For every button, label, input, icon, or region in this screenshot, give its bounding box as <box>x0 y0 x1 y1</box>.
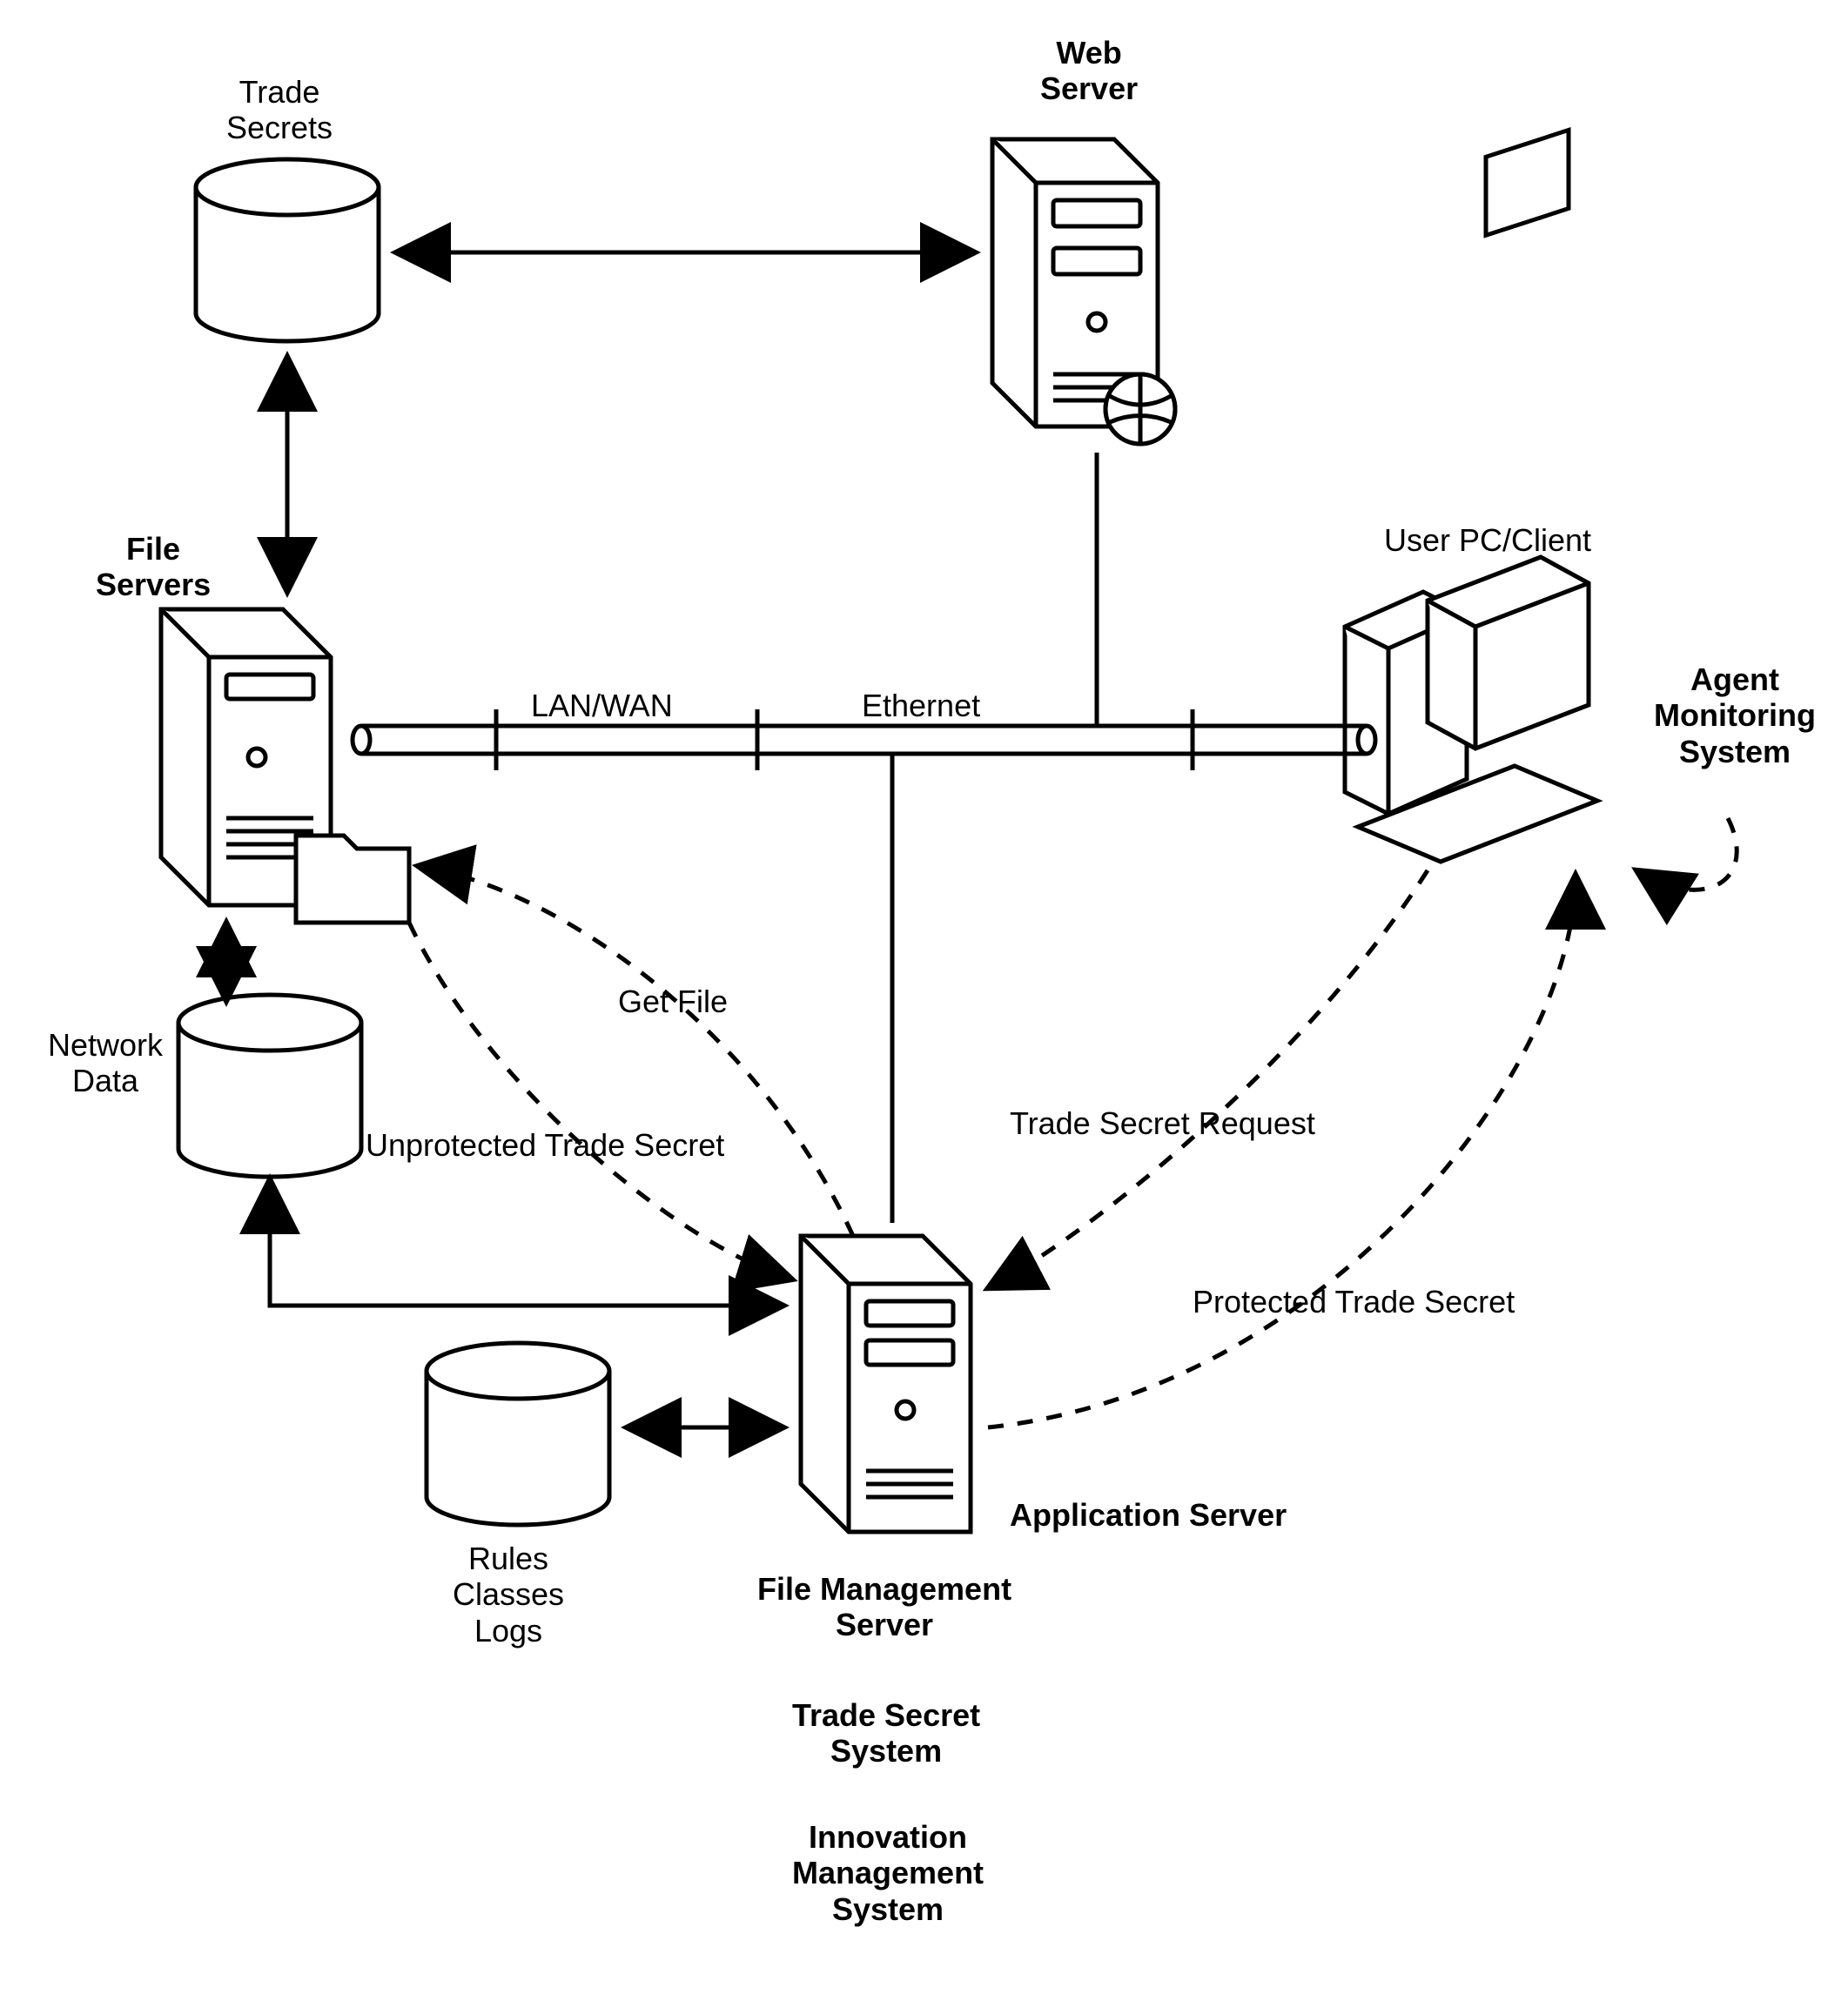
file-servers-label: File Servers <box>96 531 211 603</box>
lan-wan-label: LAN/WAN <box>531 688 673 723</box>
file-mgmt-server-label: File Management Server <box>757 1571 1011 1643</box>
network-data-label: Network Data <box>48 1027 163 1099</box>
trade-secret-system-label: Trade Secret System <box>792 1697 980 1769</box>
application-server-icon <box>801 1236 971 1532</box>
user-pc-client-label: User PC/Client <box>1384 522 1591 558</box>
unprotected-label: Unprotected Trade Secret <box>366 1127 724 1163</box>
get-file-label: Get File <box>618 984 728 1019</box>
user-pc-icon <box>1345 130 1597 862</box>
rules-classes-logs-label: Rules Classes Logs <box>453 1541 564 1648</box>
network-data-db-icon <box>178 995 361 1177</box>
web-server-label: Web Server <box>1040 35 1138 107</box>
trade-secrets-label: Trade Secrets <box>226 74 333 146</box>
trade-secrets-db-icon <box>196 159 379 341</box>
rules-db-icon <box>427 1343 609 1525</box>
application-server-label: Application Server <box>1010 1497 1287 1533</box>
trade-secret-request-label: Trade Secret Request <box>1010 1105 1315 1141</box>
innovation-mgmt-label: Innovation Management System <box>792 1819 984 1927</box>
network-architecture-diagram: { "labels": { "tradeSecrets": "Trade\nSe… <box>0 0 1848 2001</box>
agent-monitoring-label: Agent Monitoring System <box>1654 661 1816 769</box>
protected-label: Protected Trade Secret <box>1193 1284 1515 1319</box>
file-server-icon <box>161 609 409 923</box>
web-server-icon <box>992 139 1175 444</box>
ethernet-label: Ethernet <box>862 688 980 723</box>
